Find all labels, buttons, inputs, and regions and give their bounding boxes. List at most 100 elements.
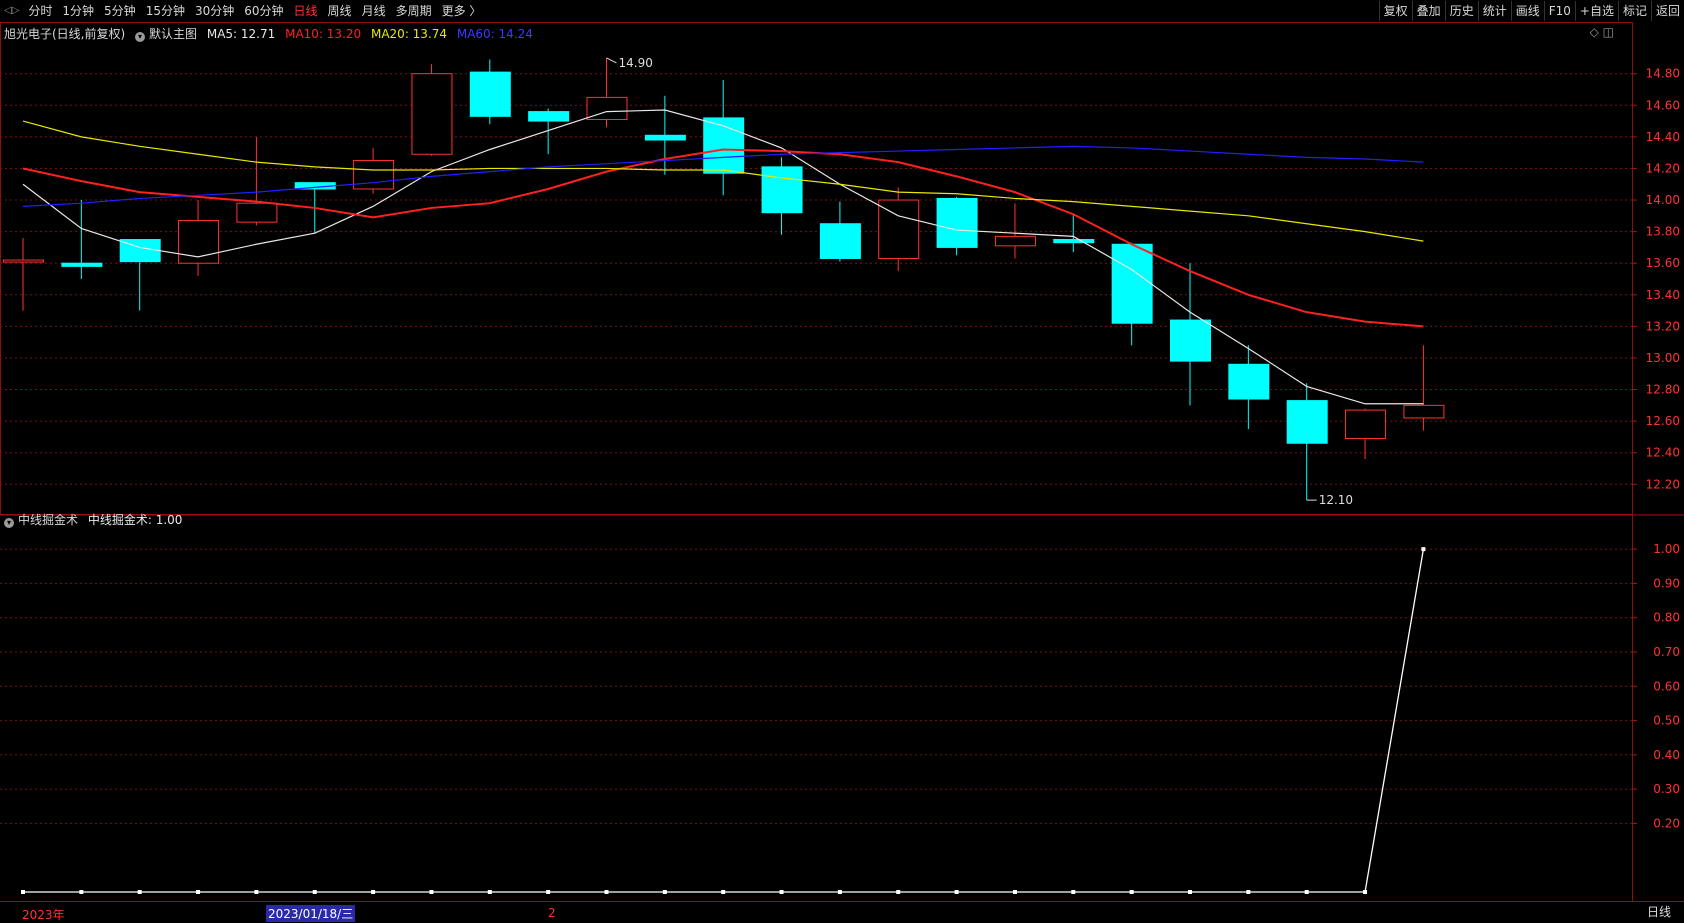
dropdown-icon[interactable]: ▾ [135,32,146,42]
indicator-point [1421,547,1426,552]
indicator-point [604,890,609,894]
candle-body [819,223,861,259]
scroll-arrows-icon[interactable]: ◁▷ [0,0,23,22]
candle [644,95,686,175]
sub-y-tick-label: 0.50 [1653,714,1680,728]
period-tab-4[interactable]: 30分钟 [190,0,239,22]
main-y-tick-label: 14.20 [1646,161,1680,175]
period-tab-5[interactable]: 60分钟 [239,0,288,22]
period-label[interactable]: 日线 [1634,902,1684,923]
indicator-name[interactable]: 中线掘金术 [18,513,78,527]
main-y-tick-label: 12.60 [1646,414,1680,428]
period-tab-1[interactable]: 1分钟 [57,0,99,22]
toolbar-button-4[interactable]: 画线 [1510,1,1544,21]
main-y-tick-label: 12.20 [1646,477,1680,491]
indicator-point [312,890,317,894]
candle [3,237,44,311]
candle-body [1111,243,1153,324]
candle-body [353,160,395,190]
sub-y-tick-label: 0.20 [1653,816,1680,830]
candle-body [1345,409,1387,440]
candle [703,80,745,196]
indicator-point [1071,890,1076,894]
period-toolbar: ◁▷ 分时 1分钟 5分钟 15分钟 30分钟 60分钟 日线 周线 月线 多周期 更多 〉 复权叠… [0,0,1684,22]
toolbar-button-5[interactable]: F10 [1543,1,1575,21]
indicator-point [721,890,726,894]
main-chart-legend: 旭光电子(日线,前复权) ▾ 默认主图 MA5: 12.71 MA10: 13.2… [4,25,539,42]
ma20-label: MA20: 13.74 [370,27,448,41]
sub-y-tick-label: 0.80 [1653,611,1680,625]
indicator-legend: ▾ 中线掘金术 中线掘金术: 1.00 [4,511,182,528]
stock-name[interactable]: 旭光电子(日线,前复权) [4,27,125,41]
period-tab-10[interactable]: 更多 〉 [437,0,487,22]
candle [761,157,803,235]
candle-body [236,202,278,223]
main-y-tick-label: 14.40 [1646,130,1680,144]
candle [936,196,978,256]
candle [528,108,570,155]
main-y-tick-label: 13.00 [1646,351,1680,365]
toolbar-button-6[interactable]: +自选 [1574,1,1618,21]
main-y-tick-label: 14.60 [1646,98,1680,112]
toolbar-button-2[interactable]: 历史 [1444,1,1478,21]
indicator-point [1188,890,1192,894]
kline-chart[interactable]: 14.80 14.60 14.40 14.20 14.00 13.80 13.60 13.40… [0,22,1684,902]
toolbar-button-3[interactable]: 统计 [1477,1,1511,21]
candle [469,59,511,125]
candle-body [1403,404,1445,419]
chart-corner-icons[interactable]: ◇ ◫ [1590,25,1614,39]
candle [353,147,395,194]
sub-y-tick-label: 1.00 [1653,542,1680,556]
template-name[interactable]: 默认主图 [149,27,197,41]
main-y-tick-label: 13.80 [1646,225,1680,239]
candle [1053,214,1095,253]
indicator-point [487,890,492,894]
period-tab-2[interactable]: 5分钟 [99,0,141,22]
sub-y-tick-label: 0.30 [1653,782,1680,796]
period-tab-9[interactable]: 多周期 [391,0,437,22]
main-y-tick-label: 13.60 [1646,256,1680,270]
period-tab-6[interactable]: 日线 [289,0,323,22]
candle-body [469,71,511,117]
main-y-tick-label: 14.00 [1646,193,1680,207]
candle-body [994,235,1036,247]
candle [236,136,278,226]
date-axis: 2023年 2023/01/18/三 2 [0,902,1633,923]
indicator-point [1012,890,1017,894]
indicator-point [1304,890,1309,894]
sub-y-tick-label: 0.70 [1653,645,1680,659]
main-panel-frame [0,22,1633,515]
candle [878,187,920,272]
candle [819,201,861,262]
indicator-point [546,890,551,894]
toolbar-button-8[interactable]: 返回 [1650,1,1684,21]
period-tab-7[interactable]: 周线 [323,0,357,22]
indicator-point [779,890,784,894]
period-tabs: 分时 1分钟 5分钟 15分钟 30分钟 60分钟 日线 周线 月线 多周期 更多 〉 [23,0,486,22]
high-marker-pointer [606,57,617,64]
candle-body [61,262,103,267]
candle-body [528,111,570,122]
toolbar-button-7[interactable]: 标记 [1617,1,1651,21]
indicator-point [896,890,901,894]
indicator-point [371,890,376,894]
candle-body [411,73,453,155]
indicator-point [79,890,84,894]
toolbar-button-0[interactable]: 复权 [1378,1,1412,21]
toolbar-button-1[interactable]: 叠加 [1411,1,1445,21]
dropdown-icon[interactable]: ▾ [4,518,14,528]
indicator-point [837,890,842,894]
period-tab-0[interactable]: 分时 [23,0,57,22]
candle-body [1170,319,1211,362]
period-tab-3[interactable]: 15分钟 [141,0,190,22]
candle-body [3,259,44,263]
period-tab-8[interactable]: 月线 [357,0,391,22]
candle [1345,408,1387,460]
indicator-point [196,890,201,894]
main-y-tick-label: 12.40 [1646,446,1680,460]
indicator-point [21,890,25,894]
sub-y-tick-label: 0.40 [1653,748,1680,762]
month-marker: 2 [548,906,556,920]
candle [1403,345,1445,431]
indicator-point [1246,890,1251,894]
